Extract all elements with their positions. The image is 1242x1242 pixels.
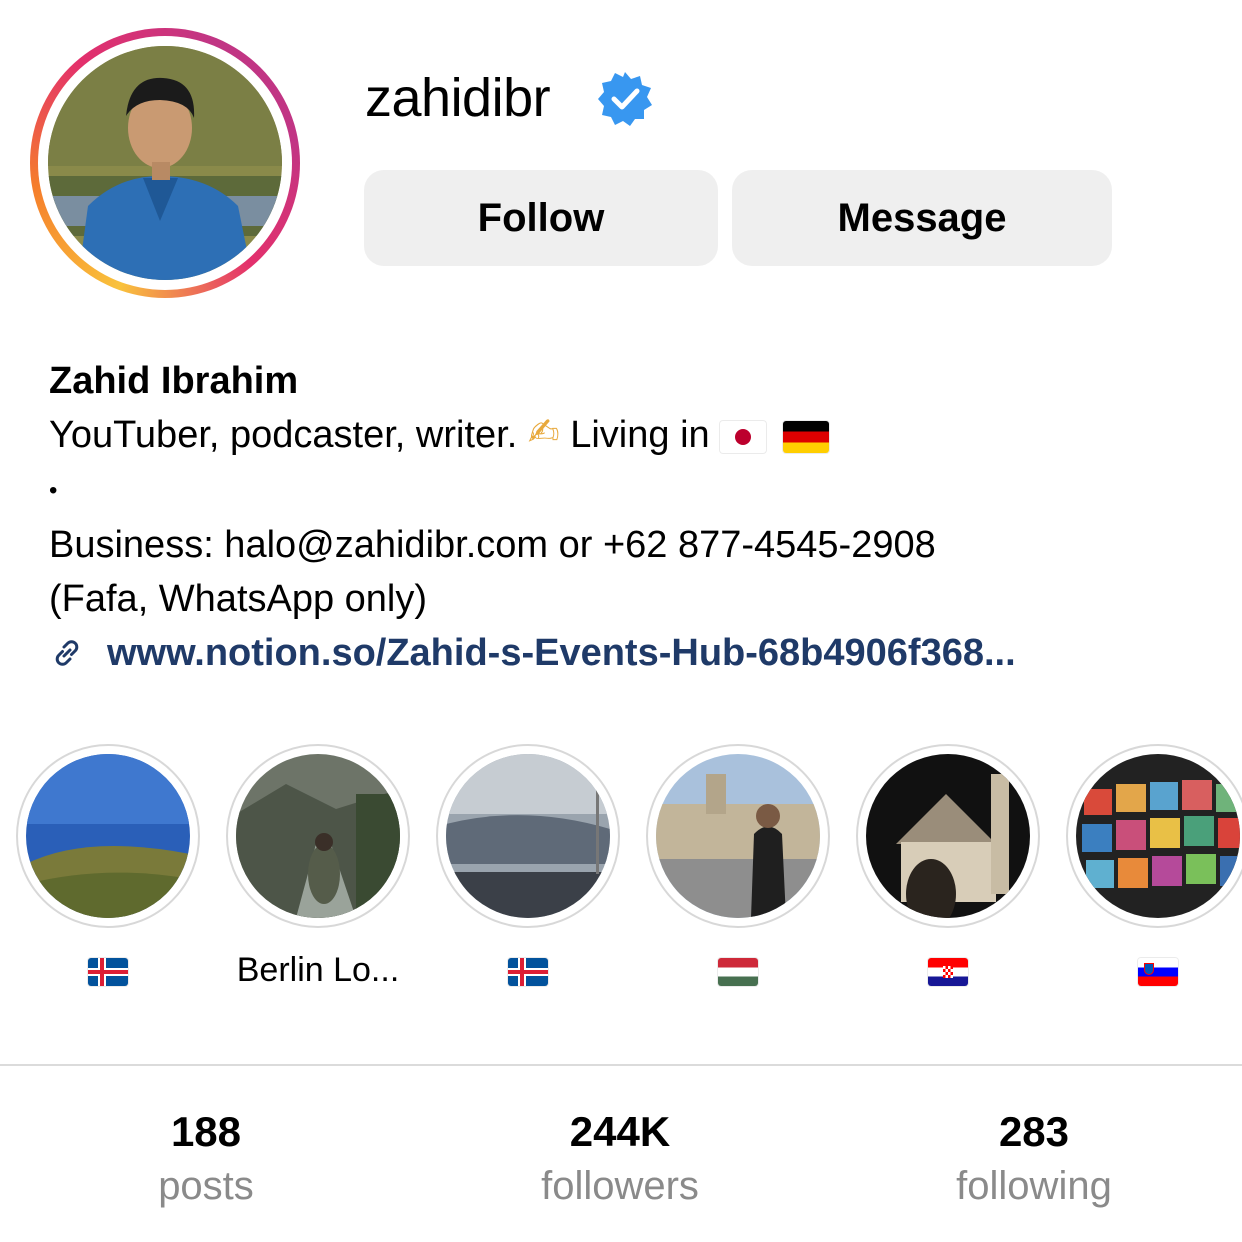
highlight-ring <box>1066 744 1242 928</box>
link-icon <box>55 640 79 666</box>
highlight-ring <box>436 744 620 928</box>
iceland-flag-icon <box>88 958 128 987</box>
username: zahidibr <box>365 68 551 128</box>
highlight-cover <box>1076 754 1240 918</box>
followers-stat[interactable]: 244K followers <box>470 1106 770 1214</box>
highlight-label <box>646 948 830 992</box>
followers-count: 244K <box>569 1108 671 1155</box>
japan-flag-icon <box>720 420 767 453</box>
highlight-cover <box>236 754 400 918</box>
profile-avatar[interactable] <box>30 28 300 298</box>
highlight-4[interactable] <box>646 744 830 992</box>
highlight-cover <box>26 754 190 918</box>
bio-text: YouTuber, podcaster, writer. <box>49 414 518 456</box>
croatia-flag-icon <box>928 958 968 987</box>
highlight-ring <box>16 744 200 928</box>
slovenia-flag-icon <box>1138 958 1178 987</box>
follow-button[interactable]: Follow <box>364 170 718 266</box>
highlight-label: Berlin Lo... <box>236 951 400 989</box>
posts-stat[interactable]: 188 posts <box>56 1106 356 1214</box>
highlight-5[interactable] <box>856 744 1040 992</box>
followers-label: followers <box>541 1164 699 1208</box>
highlight-cover <box>446 754 610 918</box>
highlight-1[interactable] <box>16 744 200 992</box>
avatar-photo <box>48 46 282 280</box>
highlight-ring <box>226 744 410 928</box>
profile-link-text[interactable]: www.notion.so/Zahid-s-Events-Hub-68b4906… <box>107 626 1016 680</box>
highlight-2[interactable]: Berlin Lo... <box>226 744 410 992</box>
bio-business-note: (Fafa, WhatsApp only) <box>49 577 428 620</box>
highlight-label <box>856 948 1040 992</box>
highlight-cover <box>656 754 820 918</box>
following-stat[interactable]: 283 following <box>884 1106 1184 1214</box>
highlight-6[interactable] <box>1066 744 1242 992</box>
bio-living-text: Living in <box>570 414 710 456</box>
display-name: Zahid Ibrahim <box>49 360 299 402</box>
highlight-label <box>1066 948 1242 992</box>
bio-section: Zahid Ibrahim YouTuber, podcaster, write… <box>49 354 1229 680</box>
stats-divider <box>0 1064 1242 1066</box>
profile-link[interactable]: www.notion.so/Zahid-s-Events-Hub-68b4906… <box>49 626 1229 680</box>
posts-count: 188 <box>170 1108 242 1155</box>
iceland-flag-icon <box>508 958 548 987</box>
highlight-ring <box>646 744 830 928</box>
highlight-label <box>436 948 620 992</box>
writing-hand-emoji: ✍ <box>527 411 560 454</box>
hungary-flag-icon <box>718 958 758 987</box>
following-label: following <box>956 1164 1112 1208</box>
germany-flag-icon <box>782 420 829 453</box>
following-count: 283 <box>998 1108 1070 1155</box>
highlight-ring <box>856 744 1040 928</box>
highlight-3[interactable] <box>436 744 620 992</box>
verified-badge-icon <box>598 72 652 126</box>
message-button[interactable]: Message <box>732 170 1112 266</box>
bio-separator: • <box>49 476 58 504</box>
bio-line-1: YouTuber, podcaster, writer. ✍ Living in <box>49 408 1229 464</box>
highlight-cover <box>866 754 1030 918</box>
bio-business: Business: halo@zahidibr.com or +62 877-4… <box>49 523 936 566</box>
posts-label: posts <box>158 1164 254 1208</box>
highlight-label <box>16 948 200 992</box>
